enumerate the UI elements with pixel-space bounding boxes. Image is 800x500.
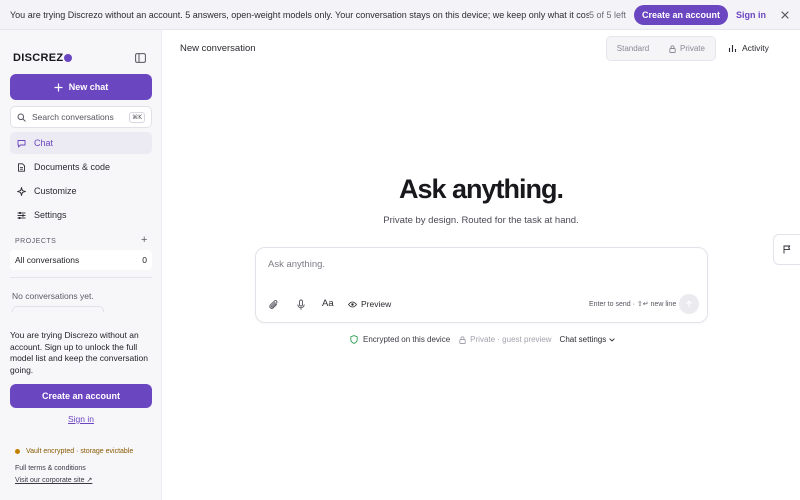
projects-heading: PROJECTS (15, 238, 57, 245)
plus-icon (54, 82, 63, 92)
mode-private-option[interactable]: Private (659, 44, 715, 53)
sparkle-icon (17, 186, 26, 196)
mode-standard-option[interactable]: Standard (607, 44, 659, 53)
banner-sign-in-link[interactable]: Sign in (736, 10, 766, 20)
page-title: New conversation (180, 43, 256, 54)
preview-label: Preview (361, 299, 392, 309)
message-input[interactable] (268, 259, 688, 270)
mode-private-label: Private (680, 44, 705, 53)
private-preview-status: Private · guest preview (459, 335, 552, 344)
chat-settings-label: Chat settings (559, 335, 607, 344)
keyboard-hint: Enter to send · ⇧↵ new line (589, 301, 677, 308)
all-conversations-count: 0 (142, 255, 147, 265)
chevron-down-icon (609, 337, 615, 342)
terms-link[interactable]: Full terms & conditions (15, 465, 86, 472)
status-dot-icon (15, 449, 20, 454)
trial-notice: You are trying Discrezo without an accou… (10, 330, 148, 375)
hero-subtitle: Private by design. Routed for the task a… (383, 215, 579, 226)
activity-button[interactable]: Activity (728, 43, 769, 53)
vault-status: Vault encrypted · storage evictable (15, 448, 133, 455)
sign-in-link[interactable]: Sign in (0, 414, 162, 424)
sidebar-item-documents[interactable]: Documents & code (10, 156, 152, 178)
corporate-site-link[interactable]: Visit our corporate site ↗ (15, 476, 92, 484)
encryption-status: Encrypted on this device (350, 335, 450, 344)
feedback-tab[interactable] (773, 234, 800, 265)
sidebar-toggle-icon[interactable] (135, 53, 146, 63)
new-chat-button[interactable]: New chat (10, 74, 152, 100)
preview-button[interactable]: Preview (348, 299, 391, 309)
lock-icon (669, 44, 676, 53)
flag-icon (783, 245, 791, 254)
mode-toggle: Standard Private (606, 36, 716, 61)
bar-chart-icon (728, 44, 737, 53)
sidebar-item-label: Documents & code (34, 162, 111, 172)
empty-conversations-text: No conversations yet. (12, 291, 94, 301)
all-conversations-label: All conversations (15, 255, 80, 265)
activity-label: Activity (742, 43, 769, 53)
new-chat-label: New chat (68, 82, 109, 92)
banner-text: You are trying Discrezo without an accou… (10, 9, 589, 20)
arrow-up-icon (685, 300, 693, 308)
all-conversations-item[interactable]: All conversations 0 (10, 250, 152, 270)
logo-text: DISCREZ (13, 52, 64, 64)
text-format-button[interactable]: Aa (322, 298, 334, 309)
search-icon (17, 113, 26, 122)
banner-create-account-button[interactable]: Create an account (633, 4, 728, 25)
shield-icon (350, 335, 358, 344)
encryption-status-text: Encrypted on this device (363, 335, 451, 344)
lock-icon (459, 335, 466, 344)
sidebar-item-customize[interactable]: Customize (10, 180, 152, 202)
private-preview-text: Private · guest preview (470, 335, 552, 344)
conversation-list-placeholder (12, 306, 104, 312)
composer-meta-row: Encrypted on this device Private · guest… (350, 335, 615, 344)
hero-title: Ask anything. (398, 174, 564, 204)
message-composer: Aa Preview Enter to send · ⇧↵ new line (255, 247, 708, 323)
logo-dot-icon (64, 54, 73, 62)
add-project-button[interactable]: + (141, 234, 147, 246)
sidebar-item-chat[interactable]: Chat (10, 132, 152, 154)
sliders-icon (17, 211, 26, 220)
divider (10, 277, 152, 278)
send-button[interactable] (679, 294, 699, 314)
sidebar-item-label: Settings (34, 210, 67, 220)
search-input[interactable]: Search conversations (32, 112, 129, 122)
sidebar-item-label: Customize (34, 186, 77, 196)
eye-icon (348, 301, 357, 308)
logo[interactable]: DISCREZ (13, 52, 73, 64)
paperclip-icon[interactable] (268, 299, 280, 311)
sidebar-item-label: Chat (34, 138, 54, 148)
search-shortcut-badge: ⌘K (129, 111, 145, 123)
chat-settings-dropdown[interactable]: Chat settings (560, 335, 616, 344)
chat-bubble-icon (17, 139, 26, 148)
vault-status-text: Vault encrypted · storage evictable (26, 448, 134, 455)
sidebar-item-settings[interactable]: Settings (10, 204, 152, 226)
guest-banner: You are trying Discrezo without an accou… (0, 0, 800, 30)
search-conversations-field[interactable]: Search conversations ⌘K (10, 106, 152, 128)
create-account-button[interactable]: Create an account (10, 384, 152, 408)
microphone-icon[interactable] (295, 299, 307, 311)
close-icon[interactable] (780, 10, 790, 20)
document-icon (17, 162, 26, 172)
answers-left-count: 5 of 5 left (588, 9, 626, 20)
sidebar: DISCREZ New chat Search conversations ⌘K… (0, 30, 162, 500)
